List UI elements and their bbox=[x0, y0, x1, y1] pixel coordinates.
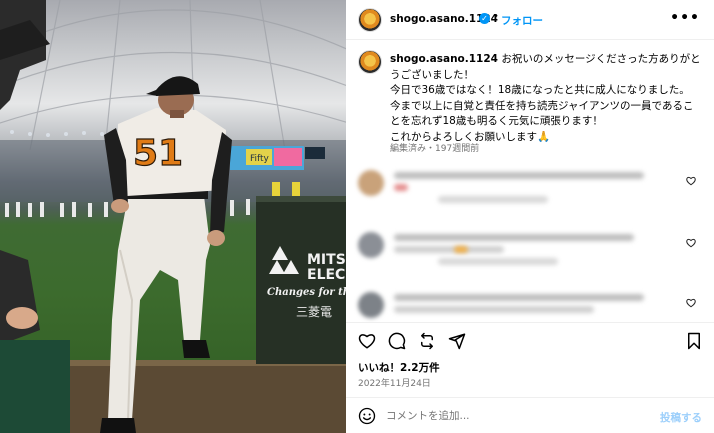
edited-label: 編集済み bbox=[390, 144, 427, 154]
verified-badge-icon: ✓ bbox=[479, 13, 490, 24]
post-comment-button[interactable]: 投稿する bbox=[660, 410, 702, 425]
post-side-panel: shogo.asano.1124 ✓ • フォロー ••• shogo.asan… bbox=[346, 0, 714, 433]
caption-username[interactable]: shogo.asano.1124 bbox=[390, 53, 498, 65]
jersey-number: 51 bbox=[133, 133, 183, 174]
comment-line bbox=[438, 258, 558, 265]
follow-button[interactable]: フォロー bbox=[501, 13, 543, 28]
share-send-icon[interactable] bbox=[448, 332, 466, 350]
add-comment-bar: 投稿する bbox=[346, 397, 714, 433]
caption-meta: 編集済み・197週間前 bbox=[390, 141, 479, 154]
meta-separator: ・ bbox=[426, 144, 436, 154]
header-separator: • bbox=[493, 11, 499, 22]
stadium-banner-text: Fifty bbox=[250, 154, 270, 164]
comment-like-icon[interactable] bbox=[686, 298, 696, 308]
comment-avatar bbox=[358, 170, 384, 196]
comment-line bbox=[394, 184, 408, 191]
comment-line bbox=[454, 246, 468, 253]
post-age: 197週間前 bbox=[435, 144, 480, 154]
comment-like-icon[interactable] bbox=[686, 176, 696, 186]
bookmark-save-icon[interactable] bbox=[686, 332, 702, 350]
caption-body: お祝いのメッセージくださった方ありがとうございました！ 今日で36歳ではなく！1… bbox=[390, 53, 701, 143]
sign-text-3: Changes for th bbox=[267, 287, 346, 298]
stadium-scene: Fifty 51 MITS ELEC Changes for th 三菱電 bbox=[0, 0, 346, 433]
sign-text-4: 三菱電 bbox=[296, 305, 332, 319]
comment-line bbox=[394, 294, 644, 301]
blurred-comment bbox=[358, 230, 702, 270]
sign-text-1: MITS bbox=[307, 252, 346, 268]
comment-avatar bbox=[358, 232, 384, 258]
post-date[interactable]: 2022年11月24日 bbox=[358, 376, 431, 389]
action-bar bbox=[346, 322, 714, 356]
repost-icon[interactable] bbox=[418, 332, 436, 350]
comment-like-icon[interactable] bbox=[686, 238, 696, 248]
likes-count[interactable]: いいね！2.2万件 bbox=[358, 360, 440, 375]
comment-line bbox=[394, 246, 504, 253]
post-photo[interactable]: Fifty 51 MITS ELEC Changes for th 三菱電 bbox=[0, 0, 346, 433]
comment-bubble-icon[interactable] bbox=[388, 332, 406, 350]
caption-avatar[interactable] bbox=[358, 50, 382, 74]
comment-avatar bbox=[358, 292, 384, 318]
like-heart-icon[interactable] bbox=[358, 332, 376, 350]
comment-line bbox=[394, 172, 644, 179]
more-options-icon[interactable]: ••• bbox=[670, 10, 700, 26]
comment-input[interactable] bbox=[386, 407, 626, 425]
caption-text-block: shogo.asano.1124 お祝いのメッセージくださった方ありがとうござい… bbox=[390, 52, 702, 145]
comment-line bbox=[394, 234, 634, 241]
comment-line bbox=[394, 306, 594, 313]
sign-text-2: ELEC bbox=[307, 267, 345, 283]
avatar[interactable] bbox=[358, 8, 382, 32]
emoji-smiley-icon[interactable] bbox=[358, 407, 376, 425]
blurred-comment bbox=[358, 168, 702, 208]
comment-line bbox=[438, 196, 548, 203]
instagram-post-modal: Fifty 51 MITS ELEC Changes for th 三菱電 sh… bbox=[0, 0, 714, 433]
post-header: shogo.asano.1124 ✓ • フォロー ••• bbox=[346, 0, 714, 40]
